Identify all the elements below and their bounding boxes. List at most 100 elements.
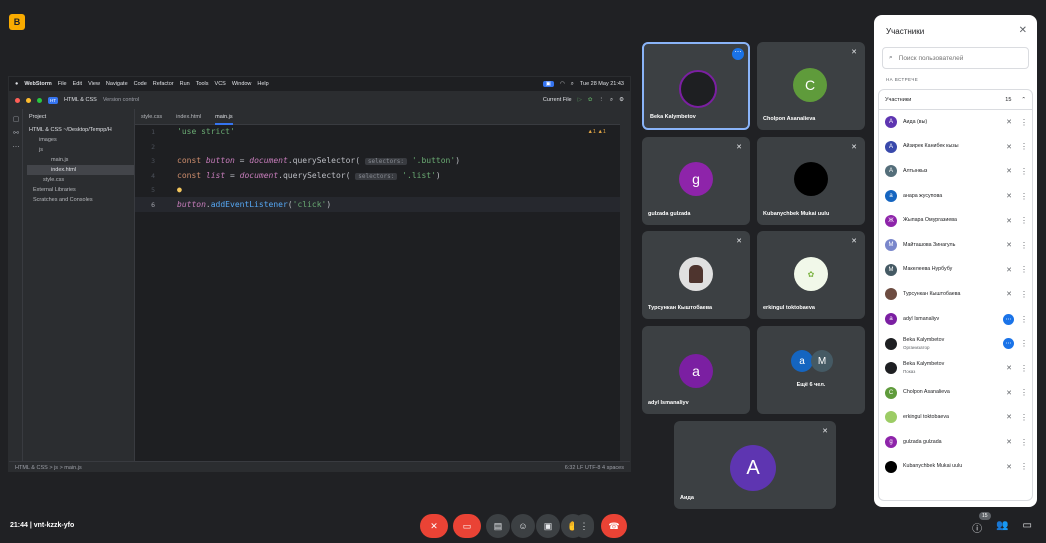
minimize-dot-icon <box>26 97 31 103</box>
search-input[interactable] <box>898 54 1009 62</box>
participant-row[interactable]: C Cholpon Asanalieva ✕ ⋮ <box>879 381 1032 406</box>
group-header[interactable]: Участники 15 ⌃ <box>879 90 1032 110</box>
group-count: 15 <box>1005 96 1012 103</box>
tile-erkingul[interactable]: ✿ ✕ erkingul toktobaeva <box>757 231 865 319</box>
participant-row[interactable]: Beka Kalymbetov Организатор ⋯ ⋮ <box>879 331 1032 356</box>
more-vert-icon[interactable]: ⋮ <box>1020 265 1028 274</box>
more-vert-icon[interactable]: ⋮ <box>1020 413 1028 422</box>
mac-menu-tools: Tools <box>195 81 209 87</box>
mic-off-icon[interactable]: ✕ <box>1004 192 1014 200</box>
participant-row[interactable]: A Айзирек Канибек кызы ✕ ⋮ <box>879 135 1032 160</box>
line-number: 3 <box>151 157 155 165</box>
mic-toggle-button[interactable]: ✕ <box>420 514 448 538</box>
mic-off-icon[interactable]: ✕ <box>1004 118 1014 126</box>
avatar <box>885 362 897 375</box>
emoji-button[interactable]: ☺ <box>511 514 535 538</box>
camera-toggle-button[interactable]: ▭ <box>453 514 481 538</box>
avatar <box>885 460 897 473</box>
tile-aida[interactable]: A ✕ Аида <box>674 421 836 509</box>
more-vert-icon[interactable]: ⋮ <box>1020 438 1028 447</box>
present-button[interactable]: ▣ <box>536 514 560 538</box>
more-icon[interactable]: ⋯ <box>732 48 744 60</box>
mic-off-icon[interactable]: ✕ <box>1004 463 1014 471</box>
participant-name-block: adyl Ismanaliyv <box>903 316 997 323</box>
structure-icon: ⚯ <box>13 130 19 137</box>
avatar: M <box>885 239 897 252</box>
str: '.button' <box>411 156 456 165</box>
people-icon[interactable]: 👥 15 <box>978 512 1009 535</box>
more-vert-icon[interactable]: ⋮ <box>1020 339 1028 348</box>
participant-row[interactable]: Ж Жыпара Омургазиева ✕ ⋮ <box>879 208 1032 233</box>
participant-row[interactable]: M Майташова Зинагуль ✕ ⋮ <box>879 233 1032 258</box>
tile-name: Beka Kalymbetov <box>650 114 696 120</box>
search-box[interactable]: ⌕ <box>882 47 1029 69</box>
participant-row[interactable]: a adyl Ismanaliyv ⋯ ⋮ <box>879 307 1032 332</box>
more-vert-icon[interactable]: ⋮ <box>1020 315 1028 324</box>
mic-off-icon: ✕ <box>736 238 742 245</box>
tile-others[interactable]: a M Ещё 6 чел. <box>757 326 865 414</box>
meeting-code: vnt-kzzk-yfo <box>33 522 75 529</box>
participant-row[interactable]: M Макелеева Нурбубу ✕ ⋮ <box>879 258 1032 283</box>
more-vert-icon[interactable]: ⋮ <box>1020 192 1028 201</box>
code-line-4: const list = document.querySelector( sel… <box>177 169 627 184</box>
chevron-up-icon[interactable]: ⌃ <box>1021 97 1026 103</box>
more-vert-icon[interactable]: ⋮ <box>1020 142 1028 151</box>
avatar <box>794 162 828 196</box>
more-vert-icon[interactable]: ⋮ <box>1020 167 1028 176</box>
participant-row[interactable]: A Алтынкыз ✕ ⋮ <box>879 159 1032 184</box>
leave-call-button[interactable]: ☎ <box>601 514 627 538</box>
more-options-button[interactable]: ⋮ <box>574 514 594 538</box>
mic-off-icon[interactable]: ✕ <box>1004 290 1014 298</box>
mic-off-icon[interactable]: ✕ <box>1004 167 1014 175</box>
participant-name-block: Турсункан Кыштобаева <box>903 291 998 298</box>
obj: document <box>249 156 288 165</box>
mic-off-icon[interactable]: ✕ <box>1004 266 1014 274</box>
participant-row[interactable]: erkingul toktobaeva ✕ ⋮ <box>879 405 1032 430</box>
more-vert-icon[interactable]: ⋮ <box>1020 241 1028 250</box>
tile-kubanychbek[interactable]: ✕ Kubanychbek Mukai uulu <box>757 137 865 225</box>
mac-menu-view: View <box>88 81 100 87</box>
mic-off-icon[interactable]: ✕ <box>1004 438 1014 446</box>
line-number: 5 <box>151 186 155 194</box>
more-vert-icon[interactable]: ⋮ <box>1020 290 1028 299</box>
participant-name: Майташова Зинагуль <box>903 241 956 248</box>
mac-menu-run: Run <box>179 81 190 87</box>
mic-off-icon[interactable]: ✕ <box>1004 217 1014 225</box>
tile-beka[interactable]: ⋯ Beka Kalymbetov <box>642 42 750 130</box>
avatar: g <box>679 162 713 196</box>
participant-name-block: gulzada gulzada <box>903 439 998 446</box>
chat-icon[interactable]: ▭ <box>1023 520 1032 535</box>
mic-off-icon[interactable]: ✕ <box>1004 413 1014 421</box>
participant-row[interactable]: Kubanychbek Mukai uulu ✕ ⋮ <box>879 454 1032 479</box>
mic-off-icon[interactable]: ✕ <box>1004 389 1014 397</box>
more-vert-icon[interactable]: ⋮ <box>1020 388 1028 397</box>
participant-row[interactable]: Beka Kalymbetov Показ ✕ ⋮ <box>879 356 1032 381</box>
code-line-6: button.addEventListener('click') <box>177 198 627 213</box>
participant-row[interactable]: g gulzada gulzada ✕ ⋮ <box>879 430 1032 455</box>
tile-tursunkan[interactable]: ✕ Турсункан Кыштобаева <box>642 231 750 319</box>
participant-row[interactable]: a анара жусупова ✕ ⋮ <box>879 184 1032 209</box>
more-icon: ⋯ <box>1003 313 1014 325</box>
more-vert-icon[interactable]: ⋮ <box>1020 462 1028 471</box>
tile-cholpon[interactable]: C ✕ Cholpon Asanalieva <box>757 42 865 130</box>
more-vert-icon[interactable]: ⋮ <box>1020 364 1028 373</box>
captions-button[interactable]: ▤ <box>486 514 510 538</box>
info-icon[interactable]: ⓘ <box>972 520 982 535</box>
present-off-icon[interactable]: ✕ <box>1004 364 1014 372</box>
mac-menu-navigate: Navigate <box>105 81 128 87</box>
editor-tabs: style.css index.html main.js <box>135 109 630 125</box>
line-number: 2 <box>151 142 155 151</box>
more-vert-icon[interactable]: ⋮ <box>1020 216 1028 225</box>
param-hint: selectors: <box>355 172 398 180</box>
tile-gulzada[interactable]: g ✕ gulzada gulzada <box>642 137 750 225</box>
mic-off-icon[interactable]: ✕ <box>1004 241 1014 249</box>
more-vert-icon[interactable]: ⋮ <box>1020 118 1028 127</box>
participant-row[interactable]: Турсункан Кыштобаева ✕ ⋮ <box>879 282 1032 307</box>
close-icon[interactable]: ✕ <box>1019 25 1027 36</box>
tile-adyl[interactable]: a adyl Ismanaliyv <box>642 326 750 414</box>
more-icon: ⋯ <box>1003 338 1014 350</box>
mic-off-icon[interactable]: ✕ <box>1004 143 1014 151</box>
op: = <box>225 170 240 180</box>
folder-icon: ▢ <box>12 116 20 123</box>
participant-row[interactable]: A Аида (вы) ✕ ⋮ <box>879 110 1032 135</box>
